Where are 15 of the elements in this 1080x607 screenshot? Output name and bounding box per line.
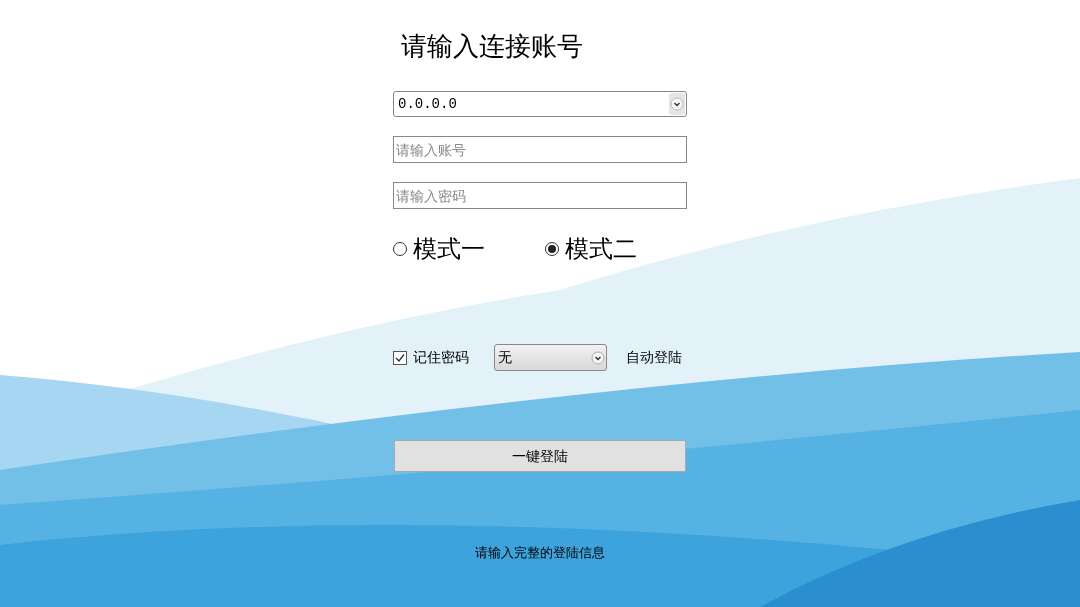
dropdown-value: 无 [498, 348, 512, 367]
page-title: 请输入连接账号 [401, 30, 583, 63]
auto-login-label: 自动登陆 [626, 348, 682, 367]
login-button[interactable]: 一键登陆 [394, 440, 686, 472]
mode-radio-button[interactable]: 模式一 [393, 234, 485, 264]
status-message: 请输入完整的登陆信息 [475, 544, 605, 562]
chevron-down-icon [669, 93, 685, 115]
mode-radio-button[interactable]: 模式二 [545, 234, 637, 264]
dropdown-value: 0.0.0.0 [398, 94, 457, 114]
checkmark-icon [395, 352, 405, 363]
account-input-field[interactable]: 请输入账号 [393, 136, 687, 163]
server-dropdown[interactable]: 0.0.0.0 [393, 91, 687, 117]
password-input-field[interactable]: 请输入密码 [393, 182, 687, 209]
auto-login-dropdown[interactable]: 无 [494, 344, 607, 371]
remember-password-checkbox[interactable]: 记住密码 [393, 347, 469, 368]
